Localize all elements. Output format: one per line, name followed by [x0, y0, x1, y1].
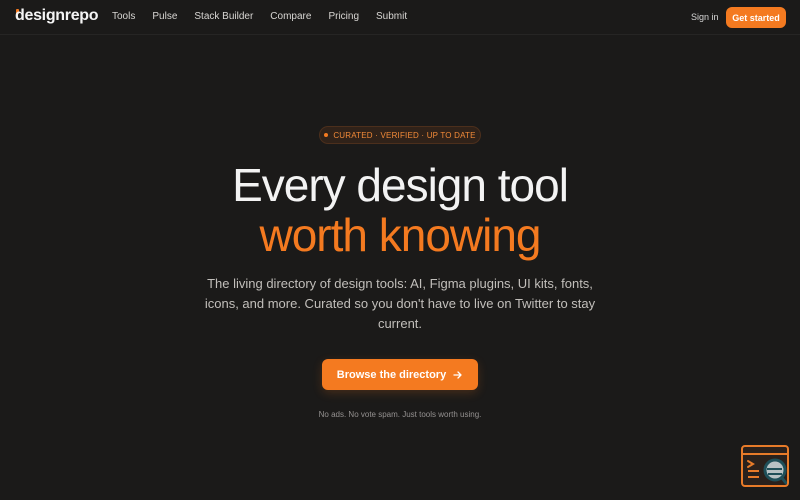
- headline-line-2: worth knowing: [259, 209, 541, 261]
- nav-stack-builder[interactable]: Stack Builder: [194, 11, 253, 22]
- nav-pulse[interactable]: Pulse: [152, 11, 177, 22]
- sign-in-link[interactable]: Sign in: [691, 12, 719, 22]
- nav-links: Tools Pulse Stack Builder Compare Pricin…: [112, 11, 407, 22]
- nav-compare[interactable]: Compare: [270, 11, 311, 22]
- arrow-right-icon: [453, 370, 462, 379]
- top-navigation: designrepo Tools Pulse Stack Builder Com…: [0, 0, 800, 35]
- badge-text: CURATED · VERIFIED · UP TO DATE: [333, 130, 476, 140]
- hero-headline: Every design tool worth knowing: [100, 160, 700, 260]
- badge-dot-icon: [324, 133, 329, 137]
- hero-footnote: No ads. No vote spam. Just tools worth u…: [318, 410, 482, 419]
- headline-line-1: Every design tool: [232, 159, 569, 211]
- browse-directory-label: Browse the directory: [336, 368, 447, 381]
- browse-directory-button[interactable]: Browse the directory: [322, 359, 478, 390]
- get-started-button[interactable]: Get started: [726, 7, 786, 28]
- terminal-search-icon: [743, 453, 787, 485]
- hero-badge: CURATED · VERIFIED · UP TO DATE: [319, 126, 481, 144]
- hero-description: The living directory of design tools: AI…: [204, 276, 596, 331]
- nav-submit[interactable]: Submit: [376, 11, 407, 22]
- nav-pricing[interactable]: Pricing: [328, 11, 359, 22]
- nav-tools[interactable]: Tools: [112, 11, 135, 22]
- designrepo-logo[interactable]: designrepo: [15, 7, 99, 25]
- terminal-search-widget[interactable]: [741, 445, 789, 487]
